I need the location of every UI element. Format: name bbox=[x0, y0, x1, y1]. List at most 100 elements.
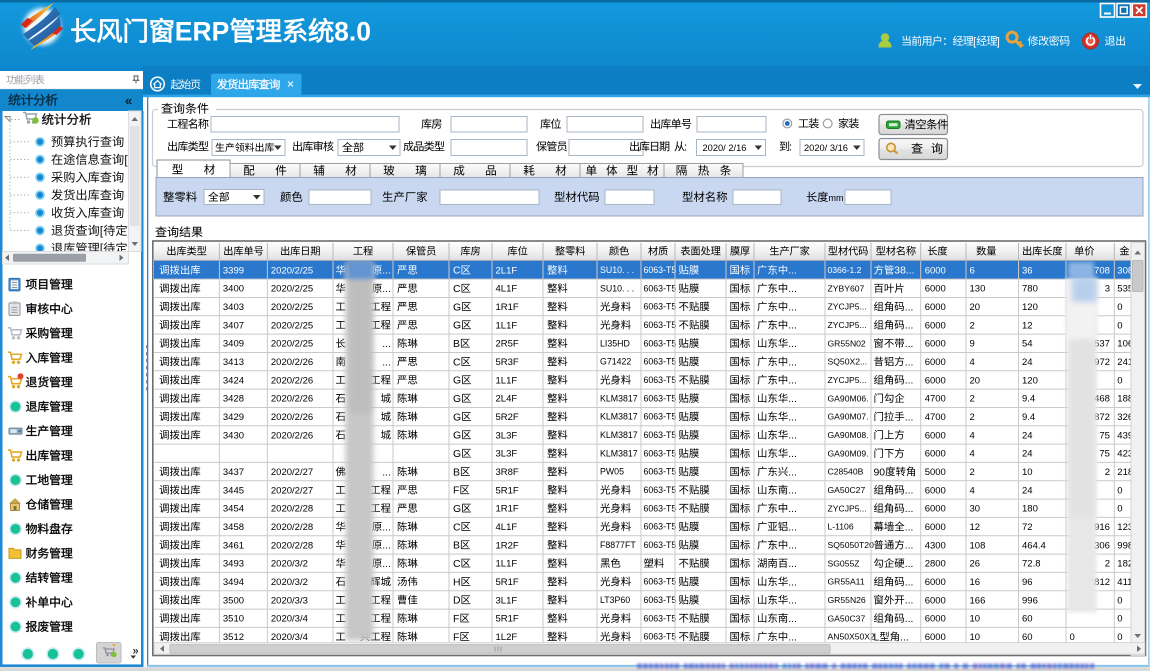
svg-text:GA90M07.: GA90M07. bbox=[828, 412, 869, 422]
svg-text:G: G bbox=[453, 504, 461, 515]
svg-text:4L1F: 4L1F bbox=[496, 284, 518, 295]
svg-text:6000: 6000 bbox=[925, 449, 946, 460]
svg-text:...: ... bbox=[788, 394, 797, 405]
svg-text:G71422: G71422 bbox=[600, 357, 631, 367]
svg-text:24: 24 bbox=[1022, 449, 1033, 460]
svg-text:...: ... bbox=[382, 357, 391, 368]
svg-text:L: L bbox=[874, 632, 880, 643]
svg-text:GR55A11: GR55A11 bbox=[828, 577, 865, 587]
svg-text:C: C bbox=[453, 266, 461, 277]
svg-text:130: 130 bbox=[970, 284, 986, 295]
svg-text:AN50X50X2: AN50X50X2 bbox=[828, 632, 876, 642]
svg-text:SU10. . .: SU10. . . bbox=[600, 283, 634, 293]
svg-text:9.4: 9.4 bbox=[1022, 394, 1035, 405]
svg-text:2020/2/27: 2020/2/27 bbox=[271, 467, 313, 478]
svg-text:780: 780 bbox=[1022, 284, 1038, 295]
svg-text:3428: 3428 bbox=[223, 394, 244, 405]
svg-text:...: ... bbox=[788, 431, 797, 442]
svg-text:3399: 3399 bbox=[223, 265, 244, 276]
svg-text:6000: 6000 bbox=[925, 357, 946, 368]
svg-text:C28540B: C28540B bbox=[828, 467, 864, 477]
svg-text:1R1F: 1R1F bbox=[496, 504, 519, 515]
svg-text:12: 12 bbox=[1022, 320, 1033, 331]
svg-text:F: F bbox=[453, 486, 459, 497]
svg-text:6063-T5: 6063-T5 bbox=[644, 540, 677, 550]
svg-text:72.8: 72.8 bbox=[1022, 559, 1041, 570]
svg-text:6000: 6000 bbox=[925, 632, 946, 643]
svg-text:5000: 5000 bbox=[925, 467, 946, 478]
svg-text:GA90M08.: GA90M08. bbox=[828, 430, 869, 440]
svg-text:6000: 6000 bbox=[925, 614, 946, 625]
svg-text:...: ... bbox=[788, 412, 797, 423]
svg-text:1R2F: 1R2F bbox=[496, 540, 519, 551]
svg-text:G: G bbox=[453, 376, 461, 387]
svg-text:6063-T5: 6063-T5 bbox=[644, 595, 677, 605]
svg-text:]: ] bbox=[997, 36, 1000, 48]
svg-text:ZYBY607: ZYBY607 bbox=[828, 283, 865, 293]
svg-text:6063-T5: 6063-T5 bbox=[644, 613, 677, 623]
svg-text:4: 4 bbox=[970, 430, 975, 441]
svg-text:...: ... bbox=[905, 559, 914, 570]
svg-text:SQ50X2...: SQ50X2... bbox=[828, 357, 868, 367]
svg-text:75: 75 bbox=[1099, 430, 1110, 441]
svg-text:180: 180 bbox=[1022, 504, 1038, 515]
svg-text:ZYCJP5...: ZYCJP5... bbox=[828, 320, 867, 330]
svg-text:4300: 4300 bbox=[925, 540, 946, 551]
svg-text:2020/2/25: 2020/2/25 bbox=[271, 302, 313, 313]
svg-text:2: 2 bbox=[970, 412, 975, 423]
svg-text:6000: 6000 bbox=[925, 339, 946, 350]
svg-text:ZYCJP5...: ZYCJP5... bbox=[828, 302, 867, 312]
svg-text:C: C bbox=[453, 284, 461, 295]
svg-text:5R1F: 5R1F bbox=[496, 485, 519, 496]
svg-text:SG055Z: SG055Z bbox=[828, 558, 860, 568]
svg-text:166: 166 bbox=[970, 595, 986, 606]
svg-text:...: ... bbox=[382, 284, 391, 295]
svg-text:2: 2 bbox=[970, 320, 975, 331]
svg-text:...: ... bbox=[905, 321, 914, 332]
svg-text:6063-T5: 6063-T5 bbox=[644, 577, 677, 587]
svg-text:120: 120 bbox=[1022, 375, 1038, 386]
svg-text:G: G bbox=[453, 302, 461, 313]
svg-text:KLM3817: KLM3817 bbox=[600, 393, 638, 403]
svg-text:2020/2/26: 2020/2/26 bbox=[271, 357, 313, 368]
svg-text:4700: 4700 bbox=[925, 412, 946, 423]
svg-text:...: ... bbox=[905, 596, 914, 607]
svg-text:GA90M09.: GA90M09. bbox=[828, 448, 869, 458]
svg-text:6063-T5: 6063-T5 bbox=[644, 320, 677, 330]
svg-text:9.4: 9.4 bbox=[1022, 412, 1035, 423]
svg-text:F8877FT: F8877FT bbox=[600, 540, 636, 550]
svg-text:...: ... bbox=[788, 541, 797, 552]
svg-text:0: 0 bbox=[1117, 375, 1122, 386]
svg-text:2: 2 bbox=[1105, 559, 1110, 570]
svg-text:3R8F: 3R8F bbox=[496, 467, 519, 478]
svg-text:3512: 3512 bbox=[223, 632, 244, 643]
svg-text:...: ... bbox=[382, 541, 391, 552]
svg-text:1L1F: 1L1F bbox=[496, 375, 518, 386]
svg-text:...: ... bbox=[788, 614, 797, 625]
svg-text:4: 4 bbox=[970, 449, 975, 460]
svg-text:26: 26 bbox=[970, 559, 981, 570]
svg-text:2020/2/25: 2020/2/25 bbox=[271, 284, 313, 295]
svg-text:6063-T5: 6063-T5 bbox=[644, 485, 677, 495]
svg-text:464.4: 464.4 bbox=[1022, 540, 1046, 551]
svg-text:L-1106: L-1106 bbox=[828, 522, 854, 532]
svg-text:6063-T5: 6063-T5 bbox=[644, 467, 677, 477]
svg-text:6000: 6000 bbox=[925, 577, 946, 588]
svg-text:2020/ 3/16: 2020/ 3/16 bbox=[804, 143, 848, 153]
svg-text:6063-T5: 6063-T5 bbox=[644, 522, 677, 532]
svg-text:6: 6 bbox=[970, 265, 975, 276]
svg-text:...: ... bbox=[905, 486, 914, 497]
svg-text:36: 36 bbox=[1022, 265, 1033, 276]
svg-text:3454: 3454 bbox=[223, 504, 244, 515]
svg-text:2020/2/28: 2020/2/28 bbox=[271, 540, 313, 551]
svg-text:...: ... bbox=[905, 376, 914, 387]
svg-text:24: 24 bbox=[1022, 485, 1033, 496]
svg-text:«: « bbox=[125, 93, 132, 108]
svg-text:6000: 6000 bbox=[925, 284, 946, 295]
svg-text:3510: 3510 bbox=[223, 614, 244, 625]
svg-text:5R1F: 5R1F bbox=[496, 614, 519, 625]
svg-text:3L1F: 3L1F bbox=[496, 595, 518, 606]
svg-text:...: ... bbox=[788, 486, 797, 497]
svg-text:4: 4 bbox=[970, 357, 975, 368]
svg-text:G: G bbox=[453, 449, 461, 460]
